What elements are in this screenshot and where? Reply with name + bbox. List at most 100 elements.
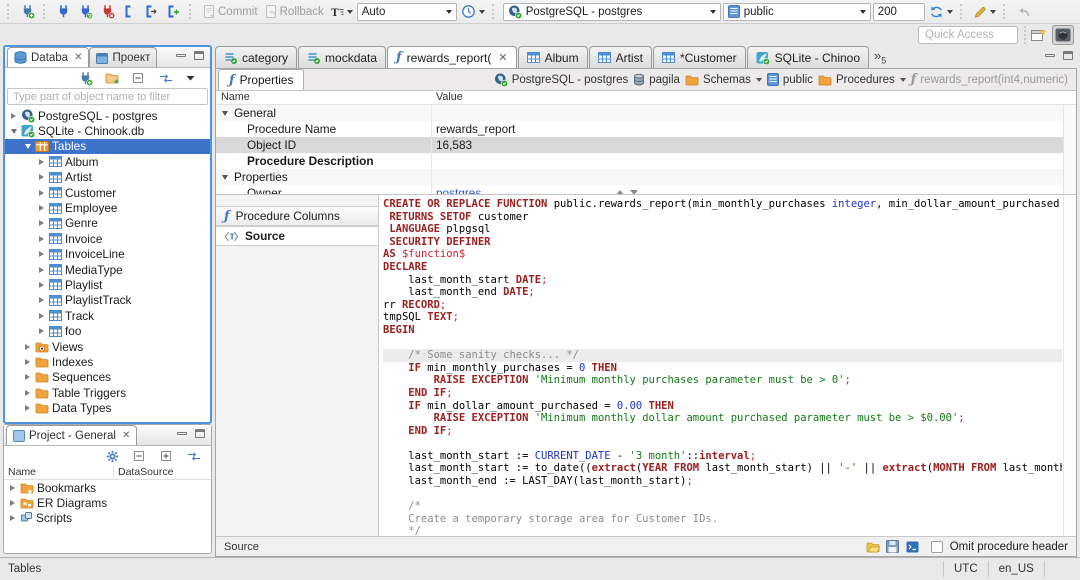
undo-button[interactable] — [1014, 2, 1034, 22]
tree-item-indexes[interactable]: Indexes — [5, 354, 210, 369]
tree-item-artist[interactable]: Artist — [5, 170, 210, 185]
section-source[interactable]: T Source — [216, 226, 378, 246]
sql-editor-recent-button[interactable] — [142, 2, 162, 22]
tree-item-mediatype[interactable]: MediaType — [5, 262, 210, 277]
expand-arrow-icon[interactable] — [37, 251, 46, 257]
code-scrollbar[interactable] — [1063, 195, 1076, 536]
expand-arrow-icon[interactable] — [37, 328, 46, 334]
rollback-button[interactable]: Rollback — [262, 2, 326, 22]
editor-tab-customer[interactable]: *Customer — [652, 46, 746, 68]
minimize-icon[interactable] — [177, 432, 187, 435]
expand-arrow-icon[interactable] — [9, 113, 18, 119]
breadcrumb-rewards-report-int4-numeric[interactable]: ƒ rewards_report(int4,numeric) — [911, 73, 1068, 86]
quick-access-input[interactable] — [918, 26, 1018, 44]
expand-arrow-icon[interactable] — [37, 159, 46, 165]
chevron-down-icon[interactable] — [755, 77, 762, 82]
expand-all-button[interactable] — [158, 446, 178, 466]
tree-item-views[interactable]: Views — [5, 339, 210, 354]
close-icon[interactable]: ✕ — [498, 51, 507, 64]
minimize-icon[interactable] — [176, 54, 186, 57]
close-icon[interactable]: ✕ — [122, 430, 130, 441]
datasource-combo[interactable]: PostgreSQL - postgres — [502, 2, 721, 21]
maximize-icon[interactable] — [195, 429, 205, 438]
commit-button[interactable]: Commit — [200, 2, 260, 22]
project-item-er-diagrams[interactable]: ER Diagrams — [4, 495, 211, 510]
expand-arrow-icon[interactable] — [37, 313, 46, 319]
tab-properties[interactable]: ƒ Properties — [218, 69, 305, 90]
breadcrumb-public[interactable]: public — [766, 73, 813, 86]
tree-item-genre[interactable]: Genre — [5, 216, 210, 231]
editor-tab-artist[interactable]: Artist — [588, 46, 652, 68]
sql-editor-new-button[interactable] — [164, 2, 184, 22]
new-connection-button[interactable] — [18, 2, 38, 22]
grid-row-procedure-description[interactable]: Procedure Description — [216, 153, 1076, 169]
collapse-all-button[interactable] — [130, 68, 150, 88]
breadcrumb-pagila[interactable]: pagila — [633, 73, 680, 86]
editor-tab-sqlite-chinoo[interactable]: SQLite - Chinoo — [746, 46, 870, 68]
auto-commit-combo[interactable]: Auto — [356, 2, 457, 21]
breadcrumb-postgresql-postgres[interactable]: PostgreSQL - postgres — [494, 73, 628, 87]
breadcrumb-schemas[interactable]: Schemas — [685, 74, 762, 86]
expand-arrow-icon[interactable] — [37, 220, 46, 226]
save-button[interactable] — [884, 536, 904, 556]
edit-pencil-button[interactable] — [971, 2, 998, 22]
close-icon[interactable]: ✕ — [74, 52, 82, 63]
tab-projects[interactable]: Проект — [89, 47, 158, 67]
expand-arrow-icon[interactable] — [8, 515, 17, 521]
link-editor-button[interactable] — [157, 68, 177, 88]
collapse-arrow-icon[interactable] — [9, 129, 18, 134]
collapse-arrow-icon[interactable] — [222, 174, 228, 180]
expand-arrow-icon[interactable] — [8, 500, 17, 506]
tree-item-playlist[interactable]: Playlist — [5, 277, 210, 292]
owner-link[interactable]: postgres — [436, 186, 481, 194]
open-file-button[interactable] — [864, 537, 884, 557]
chevron-down-icon[interactable] — [899, 77, 906, 82]
grid-scrollbar[interactable] — [1063, 105, 1076, 194]
disconnect-button[interactable] — [98, 2, 118, 22]
new-folder-button[interactable] — [103, 68, 123, 88]
tree-item-invoice[interactable]: Invoice — [5, 231, 210, 246]
project-item-scripts[interactable]: Scripts — [4, 510, 211, 525]
tree-item-sequences[interactable]: Sequences — [5, 370, 210, 385]
tx-history-button[interactable] — [459, 2, 487, 22]
minimize-icon[interactable] — [1045, 54, 1055, 57]
grid-row-procedure-name[interactable]: Procedure Name rewards_report — [216, 121, 1076, 137]
connect-plug-button[interactable] — [76, 68, 96, 88]
expand-arrow-icon[interactable] — [23, 344, 32, 350]
tree-item-playlisttrack[interactable]: PlaylistTrack — [5, 293, 210, 308]
editor-tab-category[interactable]: category — [215, 46, 298, 68]
collapse-arrow-icon[interactable] — [23, 144, 32, 149]
timezone-cell[interactable]: UTC — [943, 561, 988, 577]
omit-header-checkbox[interactable] — [930, 540, 943, 553]
locale-cell[interactable]: en_US — [987, 561, 1045, 577]
schema-combo[interactable]: public — [722, 2, 871, 21]
tree-item-employee[interactable]: Employee — [5, 200, 210, 215]
grid-row-object-id[interactable]: Object ID 16,583 — [216, 137, 1076, 153]
section-procedure-columns[interactable]: ƒ Procedure Columns — [216, 206, 378, 226]
expand-arrow-icon[interactable] — [37, 282, 46, 288]
tree-item-sqlite-chinook-db[interactable]: SQLite - Chinook.db — [5, 123, 210, 139]
source-code-editor[interactable]: CREATE OR REPLACE FUNCTION public.reward… — [379, 195, 1076, 536]
expand-arrow-icon[interactable] — [23, 374, 32, 380]
grid-row-properties[interactable]: Properties — [216, 169, 1076, 185]
open-perspective-button[interactable] — [1028, 25, 1050, 45]
maximize-icon[interactable] — [1063, 51, 1073, 60]
project-item-bookmarks[interactable]: Bookmarks — [4, 480, 211, 495]
tree-item-postgresql-postgres[interactable]: PostgreSQL - postgres — [5, 108, 210, 123]
collapse-arrow-icon[interactable] — [222, 110, 228, 116]
sql-editor-button[interactable] — [120, 2, 140, 22]
object-filter-input[interactable] — [7, 88, 208, 105]
expand-arrow-icon[interactable] — [37, 267, 46, 273]
tab-database-navigator[interactable]: Databa ✕ — [7, 47, 90, 67]
tab-project-general[interactable]: Project - General ✕ — [6, 425, 138, 445]
view-menu-button[interactable] — [184, 68, 204, 88]
expand-arrow-icon[interactable] — [8, 485, 17, 491]
grid-row-owner[interactable]: Owner postgres — [216, 185, 1076, 194]
tree-item-data-types[interactable]: Data Types — [5, 400, 210, 415]
refresh-button[interactable] — [927, 2, 955, 22]
expand-arrow-icon[interactable] — [37, 297, 46, 303]
tree-item-invoiceline[interactable]: InvoiceLine — [5, 247, 210, 262]
collapse-all-button[interactable] — [131, 446, 151, 466]
expand-arrow-icon[interactable] — [23, 359, 32, 365]
tree-item-foo[interactable]: foo — [5, 323, 210, 338]
